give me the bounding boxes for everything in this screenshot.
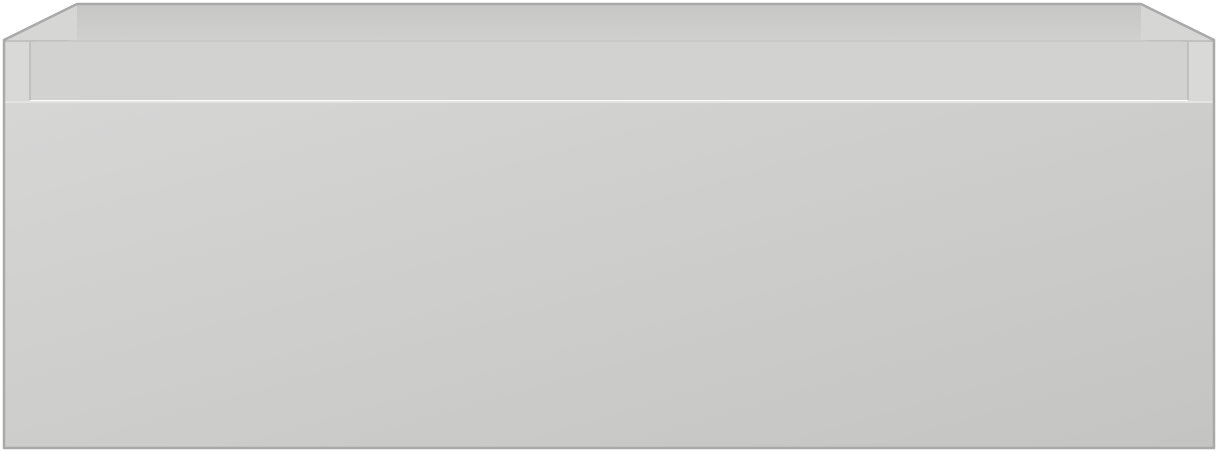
drawer-inner-back-wall — [77, 4, 1141, 40]
drawer-illustration — [0, 0, 1218, 452]
drawer-unit-image — [2, 2, 1216, 450]
drawer-left-corner-post — [4, 40, 30, 102]
drawer-front-panel — [4, 102, 1214, 448]
drawer-front-lip — [30, 42, 1188, 100]
drawer-right-corner-post — [1188, 40, 1214, 102]
